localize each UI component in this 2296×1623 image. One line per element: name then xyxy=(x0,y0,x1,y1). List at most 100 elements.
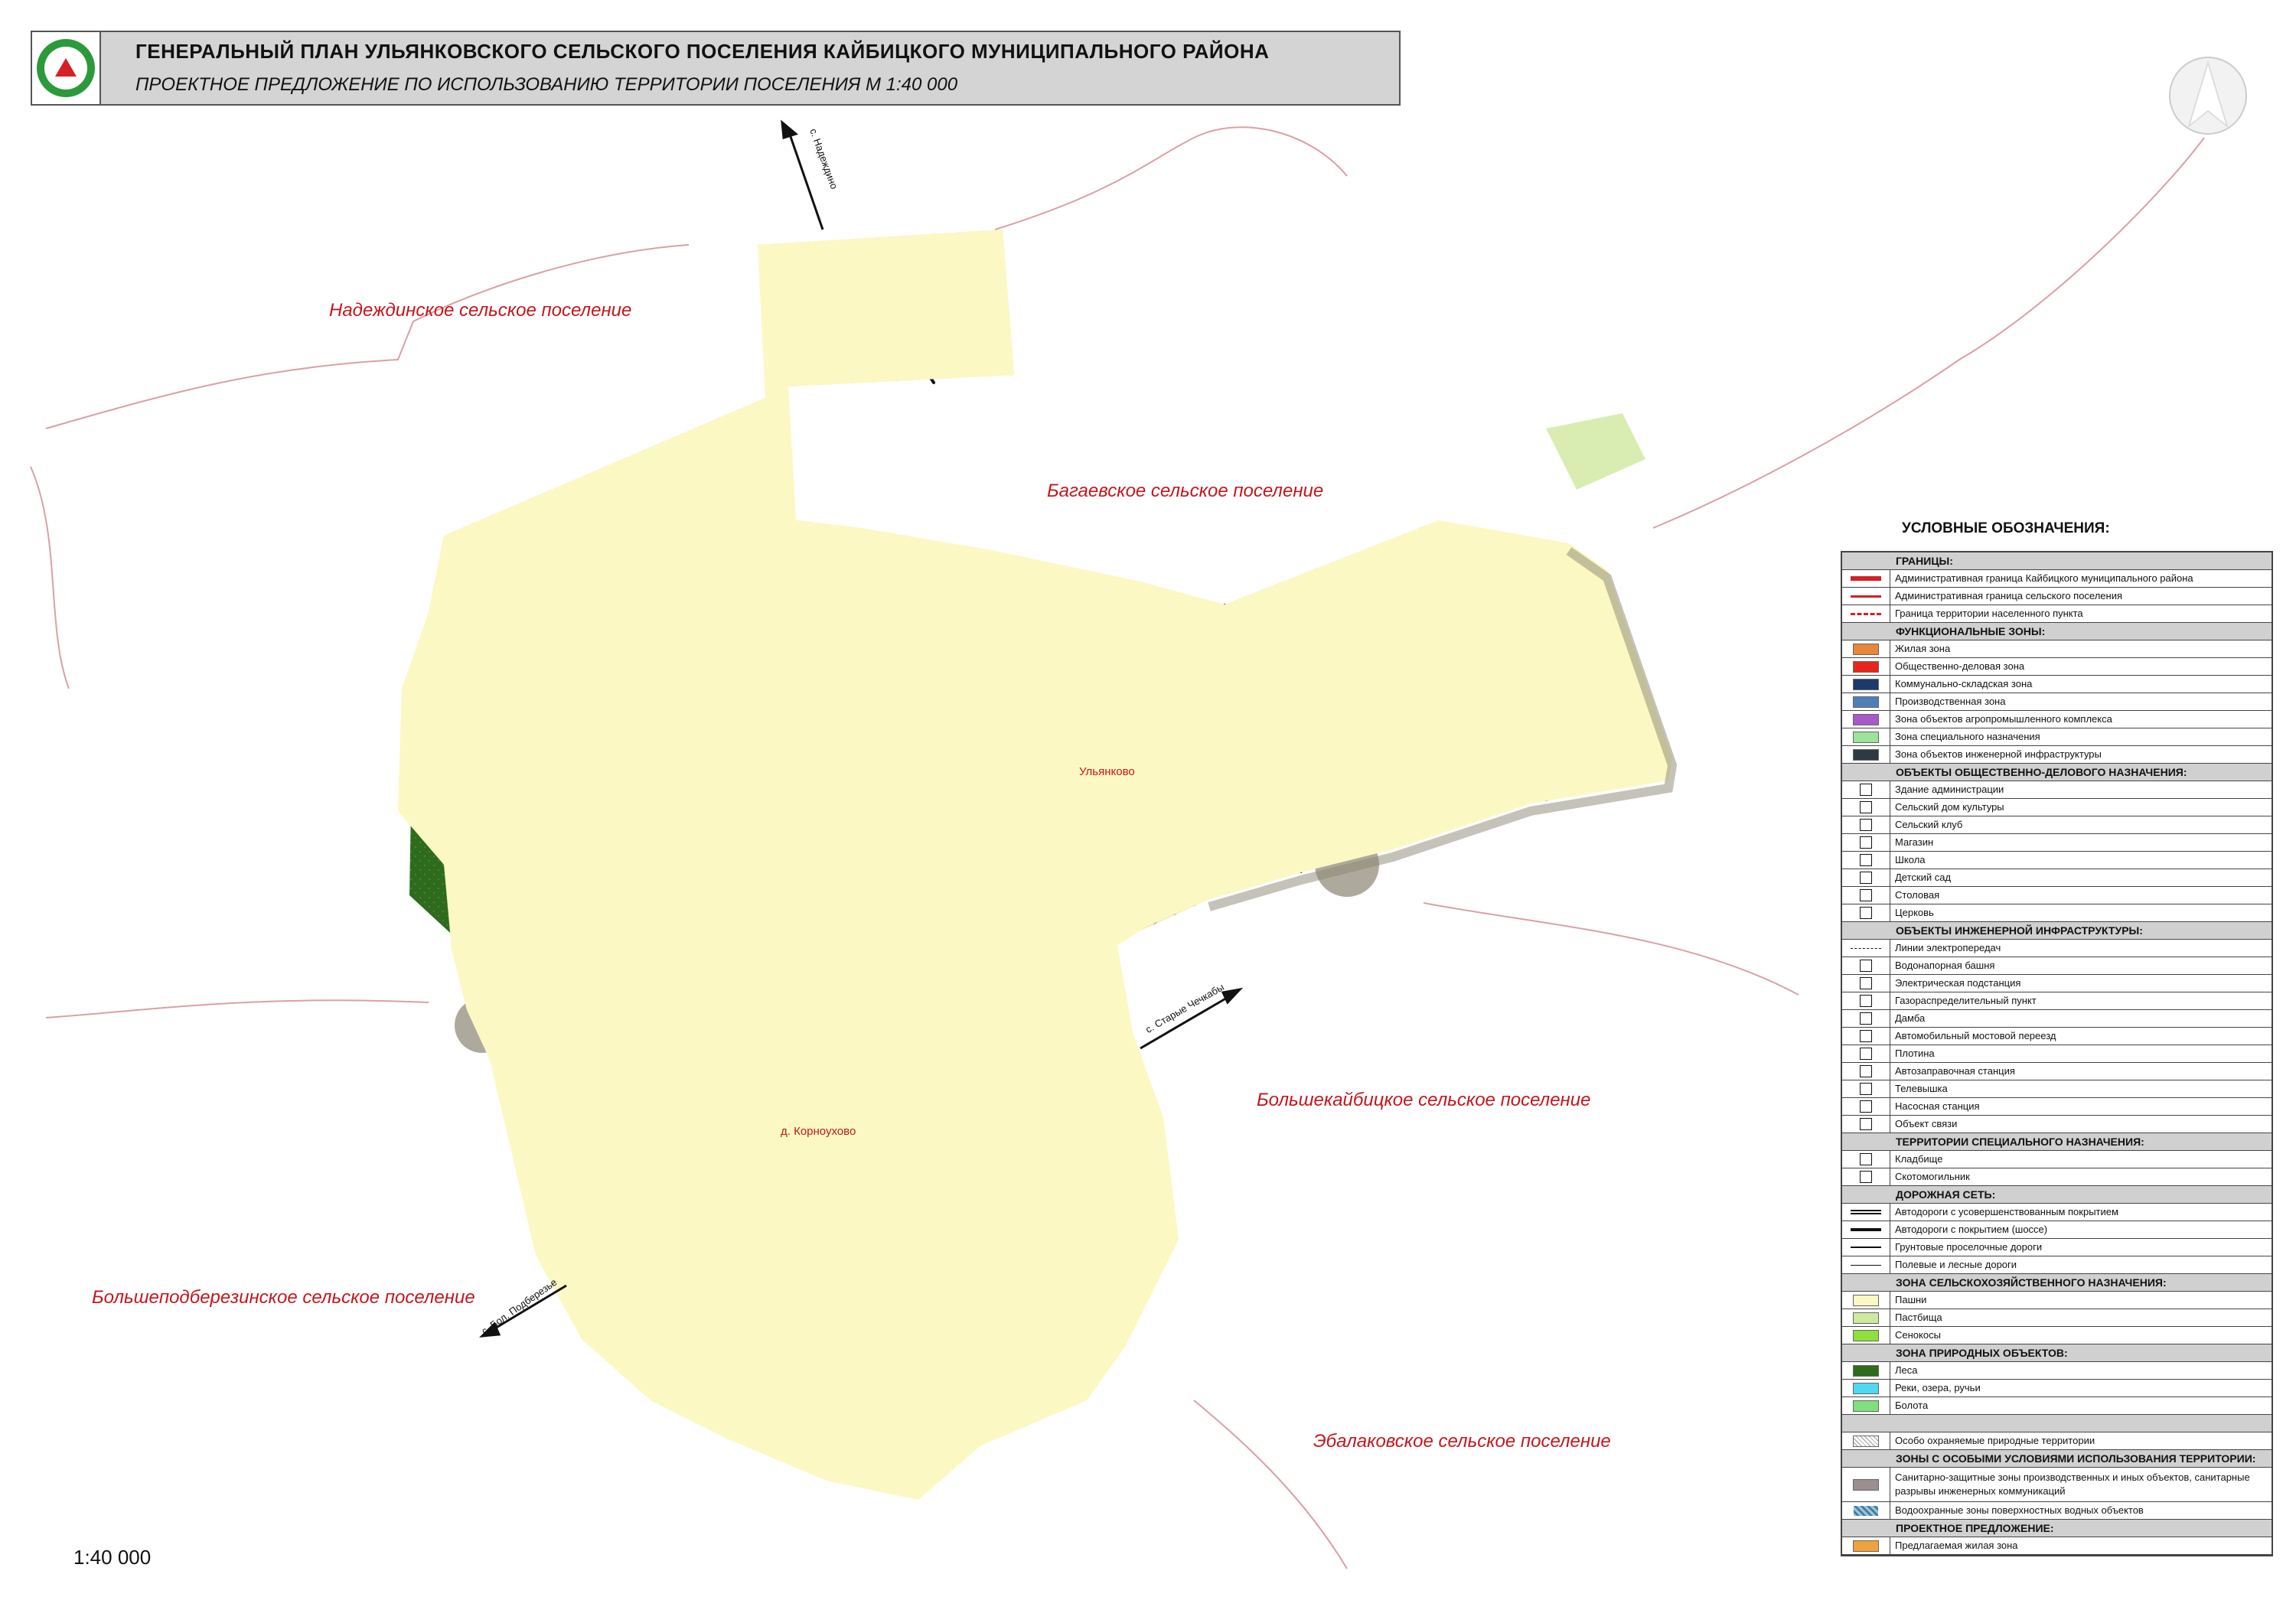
legend-symbol-icon xyxy=(1842,957,1890,974)
legend-section-header: ТЕРРИТОРИИ СПЕЦИАЛЬНОГО НАЗНАЧЕНИЯ: xyxy=(1842,1133,2272,1151)
legend-item: Школа xyxy=(1842,852,2272,869)
legend-item-label: Зона объектов инженерной инфраструктуры xyxy=(1895,748,2102,760)
legend-symbol-icon xyxy=(1842,658,1890,675)
legend-item-label: Телевышка xyxy=(1895,1083,1948,1094)
legend-item: Граница территории населенного пункта xyxy=(1842,605,2272,623)
legend-item: Кладбище xyxy=(1842,1151,2272,1168)
legend-item: Административная граница сельского посел… xyxy=(1842,588,2272,605)
legend-symbol-icon xyxy=(1842,1028,1890,1045)
legend-item-label: Болота xyxy=(1895,1400,1929,1411)
legend-item-label: Столовая xyxy=(1895,889,1940,901)
settlement-territory[interactable] xyxy=(398,230,1678,1500)
legend-symbol-icon xyxy=(1842,781,1890,798)
legend-item: Коммунально-складская зона xyxy=(1842,676,2272,693)
legend-symbol-icon xyxy=(1842,992,1890,1009)
legend-item: Зона объектов инженерной инфраструктуры xyxy=(1842,746,2272,764)
legend-item: Пастбища xyxy=(1842,1309,2272,1327)
legend-symbol-icon xyxy=(1842,728,1890,745)
legend-item: Сельский дом культуры xyxy=(1842,799,2272,816)
legend-item: Водонапорная башня xyxy=(1842,957,2272,975)
legend-item: Автодороги с усовершенствованным покрыти… xyxy=(1842,1204,2272,1221)
legend-item: Производственная зона xyxy=(1842,693,2272,711)
place-label-ulyankovo: Ульянково xyxy=(1079,765,1135,778)
legend-item: Жилая зона xyxy=(1842,640,2272,658)
legend-item: Электрическая подстанция xyxy=(1842,975,2272,992)
legend-symbol-icon xyxy=(1842,1380,1890,1396)
area-label-bagaevo: Багаевское сельское поселение xyxy=(1047,481,1324,501)
legend-item: Санитарно-защитные зоны производственных… xyxy=(1842,1468,2272,1502)
legend-section-header xyxy=(1842,1415,2272,1432)
legend-section-header: ФУНКЦИОНАЛЬНЫЕ ЗОНЫ: xyxy=(1842,623,2272,640)
legend-item-label: Административная граница сельского посел… xyxy=(1895,590,2123,601)
legend-item: Телевышка xyxy=(1842,1080,2272,1098)
legend-symbol-icon xyxy=(1842,1468,1890,1501)
legend-item: Сенокосы xyxy=(1842,1327,2272,1344)
legend-item: Церковь xyxy=(1842,904,2272,922)
legend-item-label: Граница территории населенного пункта xyxy=(1895,608,2083,619)
legend-section-header: ГРАНИЦЫ: xyxy=(1842,552,2272,570)
legend-item-label: Производственная зона xyxy=(1895,696,2006,707)
legend-symbol-icon xyxy=(1842,869,1890,886)
north-arrow-icon xyxy=(2169,57,2247,135)
scale-label: 1:40 000 xyxy=(73,1546,152,1569)
legend-item: Плотина xyxy=(1842,1045,2272,1063)
legend-symbol-icon xyxy=(1842,1239,1890,1256)
legend-section-header: ПРОЕКТНОЕ ПРЕДЛОЖЕНИЕ: xyxy=(1842,1520,2272,1537)
legend-symbol-icon xyxy=(1842,1151,1890,1168)
legend-item-label: Пашни xyxy=(1895,1294,1927,1305)
legend-item: Особо охраняемые природные территории xyxy=(1842,1432,2272,1450)
legend-item-label: Водоохранные зоны поверхностных водных о… xyxy=(1895,1504,2144,1516)
map-title: ГЕНЕРАЛЬНЫЙ ПЛАН УЛЬЯНКОВСКОГО СЕЛЬСКОГО… xyxy=(135,40,1270,63)
legend-item-label: Жилая зона xyxy=(1895,643,1951,654)
legend-symbol-icon xyxy=(1842,711,1890,728)
legend-item-label: Полевые и лесные дороги xyxy=(1895,1259,2017,1270)
legend-section-header: ОБЪЕКТЫ ОБЩЕСТВЕННО-ДЕЛОВОГО НАЗНАЧЕНИЯ: xyxy=(1842,764,2272,781)
legend-title: УСЛОВНЫЕ ОБОЗНАЧЕНИЯ: xyxy=(1902,520,2110,536)
legend-section-header: ЗОНА ПРИРОДНЫХ ОБЪЕКТОВ: xyxy=(1842,1344,2272,1362)
legend-item: Здание администрации xyxy=(1842,781,2272,799)
legend-item-label: Плотина xyxy=(1895,1048,1935,1059)
legend-item-label: Автодороги с усовершенствованным покрыти… xyxy=(1895,1206,2118,1217)
legend-item: Столовая xyxy=(1842,887,2272,904)
legend-item-label: Автозаправочная станция xyxy=(1895,1065,2015,1077)
legend-item: Леса xyxy=(1842,1362,2272,1380)
legend-symbol-icon xyxy=(1842,904,1890,921)
legend-item-label: Церковь xyxy=(1895,907,1934,918)
legend-symbol-icon xyxy=(1842,1362,1890,1379)
legend-symbol-icon xyxy=(1842,693,1890,710)
legend-table: ГРАНИЦЫ: Административная граница Кайбицк… xyxy=(1841,551,2273,1556)
legend-item-label: Леса xyxy=(1895,1364,1918,1376)
legend-section-header: ОБЪЕКТЫ ИНЖЕНЕРНОЙ ИНФРАСТРУКТУРЫ: xyxy=(1842,922,2272,940)
legend-item-label: Предлагаемая жилая зона xyxy=(1895,1540,2018,1551)
legend-item-label: Сельский дом культуры xyxy=(1895,801,2004,813)
legend-item-label: Административная граница Кайбицкого муни… xyxy=(1895,572,2193,584)
legend-item-label: Здание администрации xyxy=(1895,784,2004,795)
legend-symbol-icon xyxy=(1842,887,1890,904)
area-label-ebalakovo: Эбалаковское сельское поселение xyxy=(1313,1431,1611,1452)
legend-item-label: Водонапорная башня xyxy=(1895,960,1995,971)
legend-symbol-icon xyxy=(1842,975,1890,992)
legend-item-label: Линии электропередач xyxy=(1895,942,2001,953)
legend-symbol-icon xyxy=(1842,940,1890,957)
legend-item-label: Дамба xyxy=(1895,1012,1926,1024)
legend-symbol-icon xyxy=(1842,676,1890,693)
legend-section-header: ЗОНЫ С ОСОБЫМИ УСЛОВИЯМИ ИСПОЛЬЗОВАНИЯ Т… xyxy=(1842,1450,2272,1468)
legend-item: Болота xyxy=(1842,1397,2272,1415)
legend-item: Автомобильный мостовой переезд xyxy=(1842,1028,2272,1045)
legend-item: Дамба xyxy=(1842,1010,2272,1028)
legend-item-label: Школа xyxy=(1895,854,1926,865)
legend-item: Автодороги с покрытием (шоссе) xyxy=(1842,1221,2272,1239)
legend-symbol-icon xyxy=(1842,1432,1890,1449)
legend-item-label: Газораспределительный пункт xyxy=(1895,995,2037,1006)
legend-symbol-icon xyxy=(1842,640,1890,657)
legend-item: Грунтовые проселочные дороги xyxy=(1842,1239,2272,1256)
title-block: ГЕНЕРАЛЬНЫЙ ПЛАН УЛЬЯНКОВСКОГО СЕЛЬСКОГО… xyxy=(99,31,1401,106)
legend-item: Общественно-деловая зона xyxy=(1842,658,2272,676)
legend-item: Линии электропередач xyxy=(1842,940,2272,957)
legend-item-label: Детский сад xyxy=(1895,872,1952,883)
legend-symbol-icon xyxy=(1842,588,1890,605)
legend-symbol-icon xyxy=(1842,1256,1890,1273)
legend-item: Объект связи xyxy=(1842,1116,2272,1133)
legend-item-label: Общественно-деловая зона xyxy=(1895,660,2025,672)
legend-item-label: Сенокосы xyxy=(1895,1329,1941,1341)
